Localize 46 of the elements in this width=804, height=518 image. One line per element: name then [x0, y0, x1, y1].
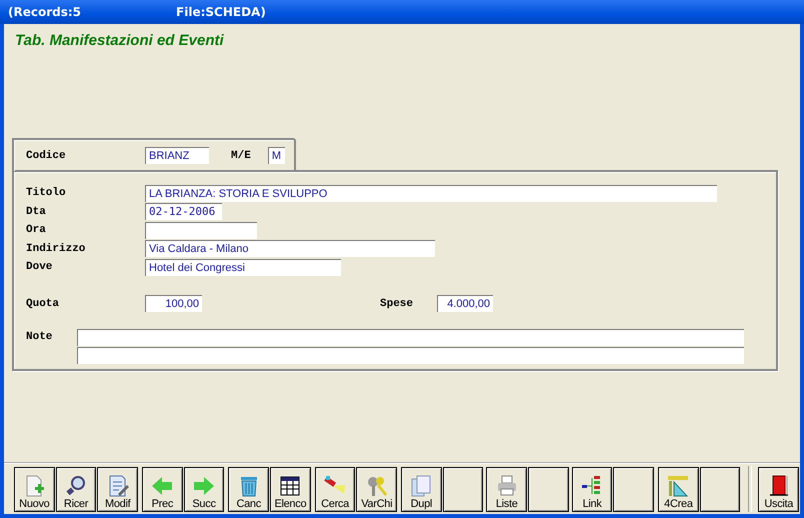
blank-button[interactable]: [442, 466, 484, 512]
blank-button[interactable]: [613, 466, 654, 512]
field-label: M/E: [231, 150, 251, 162]
toolbar-button[interactable]: Elenco: [270, 466, 311, 512]
field-label: Note: [26, 330, 54, 345]
blank-button[interactable]: [528, 466, 569, 512]
toolbar-button[interactable]: Nuovo: [14, 466, 55, 512]
toolbar-button[interactable]: Link: [572, 466, 612, 512]
form-heading: Tab. Manifestazioni ed Eventi: [15, 32, 225, 49]
window-title: File:SCHEDA): [176, 5, 266, 19]
field-label: Dta: [26, 206, 47, 218]
input-field[interactable]: M: [268, 147, 285, 164]
input-field[interactable]: [145, 222, 257, 239]
input-field[interactable]: BRIANZ: [145, 147, 209, 164]
input-field[interactable]: 4.000,00: [437, 295, 494, 312]
toolbar-button[interactable]: Succ: [184, 466, 224, 512]
field-label: Titolo: [26, 187, 67, 200]
field-label: Spese: [380, 298, 414, 310]
magnifier-icon: [64, 474, 88, 498]
toolbar-button[interactable]: VarChi: [356, 466, 398, 512]
input-field[interactable]: LA BRIANZA: STORIA E SVILUPPO: [145, 184, 717, 202]
table-icon: [278, 474, 302, 498]
toolbar-button[interactable]: Canc: [228, 466, 270, 512]
input-field[interactable]: [77, 347, 744, 364]
input-field[interactable]: 02-12-2006: [145, 203, 222, 220]
toolbar-button[interactable]: Cerca: [314, 466, 356, 512]
input-field[interactable]: Hotel dei Congressi: [145, 258, 341, 276]
field-label: Ora: [26, 224, 47, 236]
toolbar-button[interactable]: Modif: [97, 466, 138, 512]
blank-button[interactable]: [700, 466, 740, 512]
input-field[interactable]: Via Caldara - Milano: [145, 240, 435, 258]
ruler-icon: [666, 474, 690, 498]
window-title: (Records:5: [8, 5, 82, 19]
toolbar-button[interactable]: Dupl: [401, 466, 442, 512]
field-label: Dove: [26, 261, 54, 274]
field-label: Indirizzo: [26, 242, 86, 255]
toolbar-button[interactable]: 4Crea: [658, 466, 699, 512]
toolbar-button[interactable]: Ricer: [56, 466, 96, 512]
copy-icon: [409, 474, 434, 498]
input-field[interactable]: [77, 329, 744, 346]
toolbar-button[interactable]: Uscita: [758, 466, 800, 512]
field-label: Codice: [26, 150, 67, 162]
toolbar-button[interactable]: Prec: [142, 466, 183, 512]
toolbar-button[interactable]: Liste: [486, 466, 528, 512]
field-label: Quota: [26, 298, 60, 310]
input-field[interactable]: 100,00: [145, 295, 202, 312]
